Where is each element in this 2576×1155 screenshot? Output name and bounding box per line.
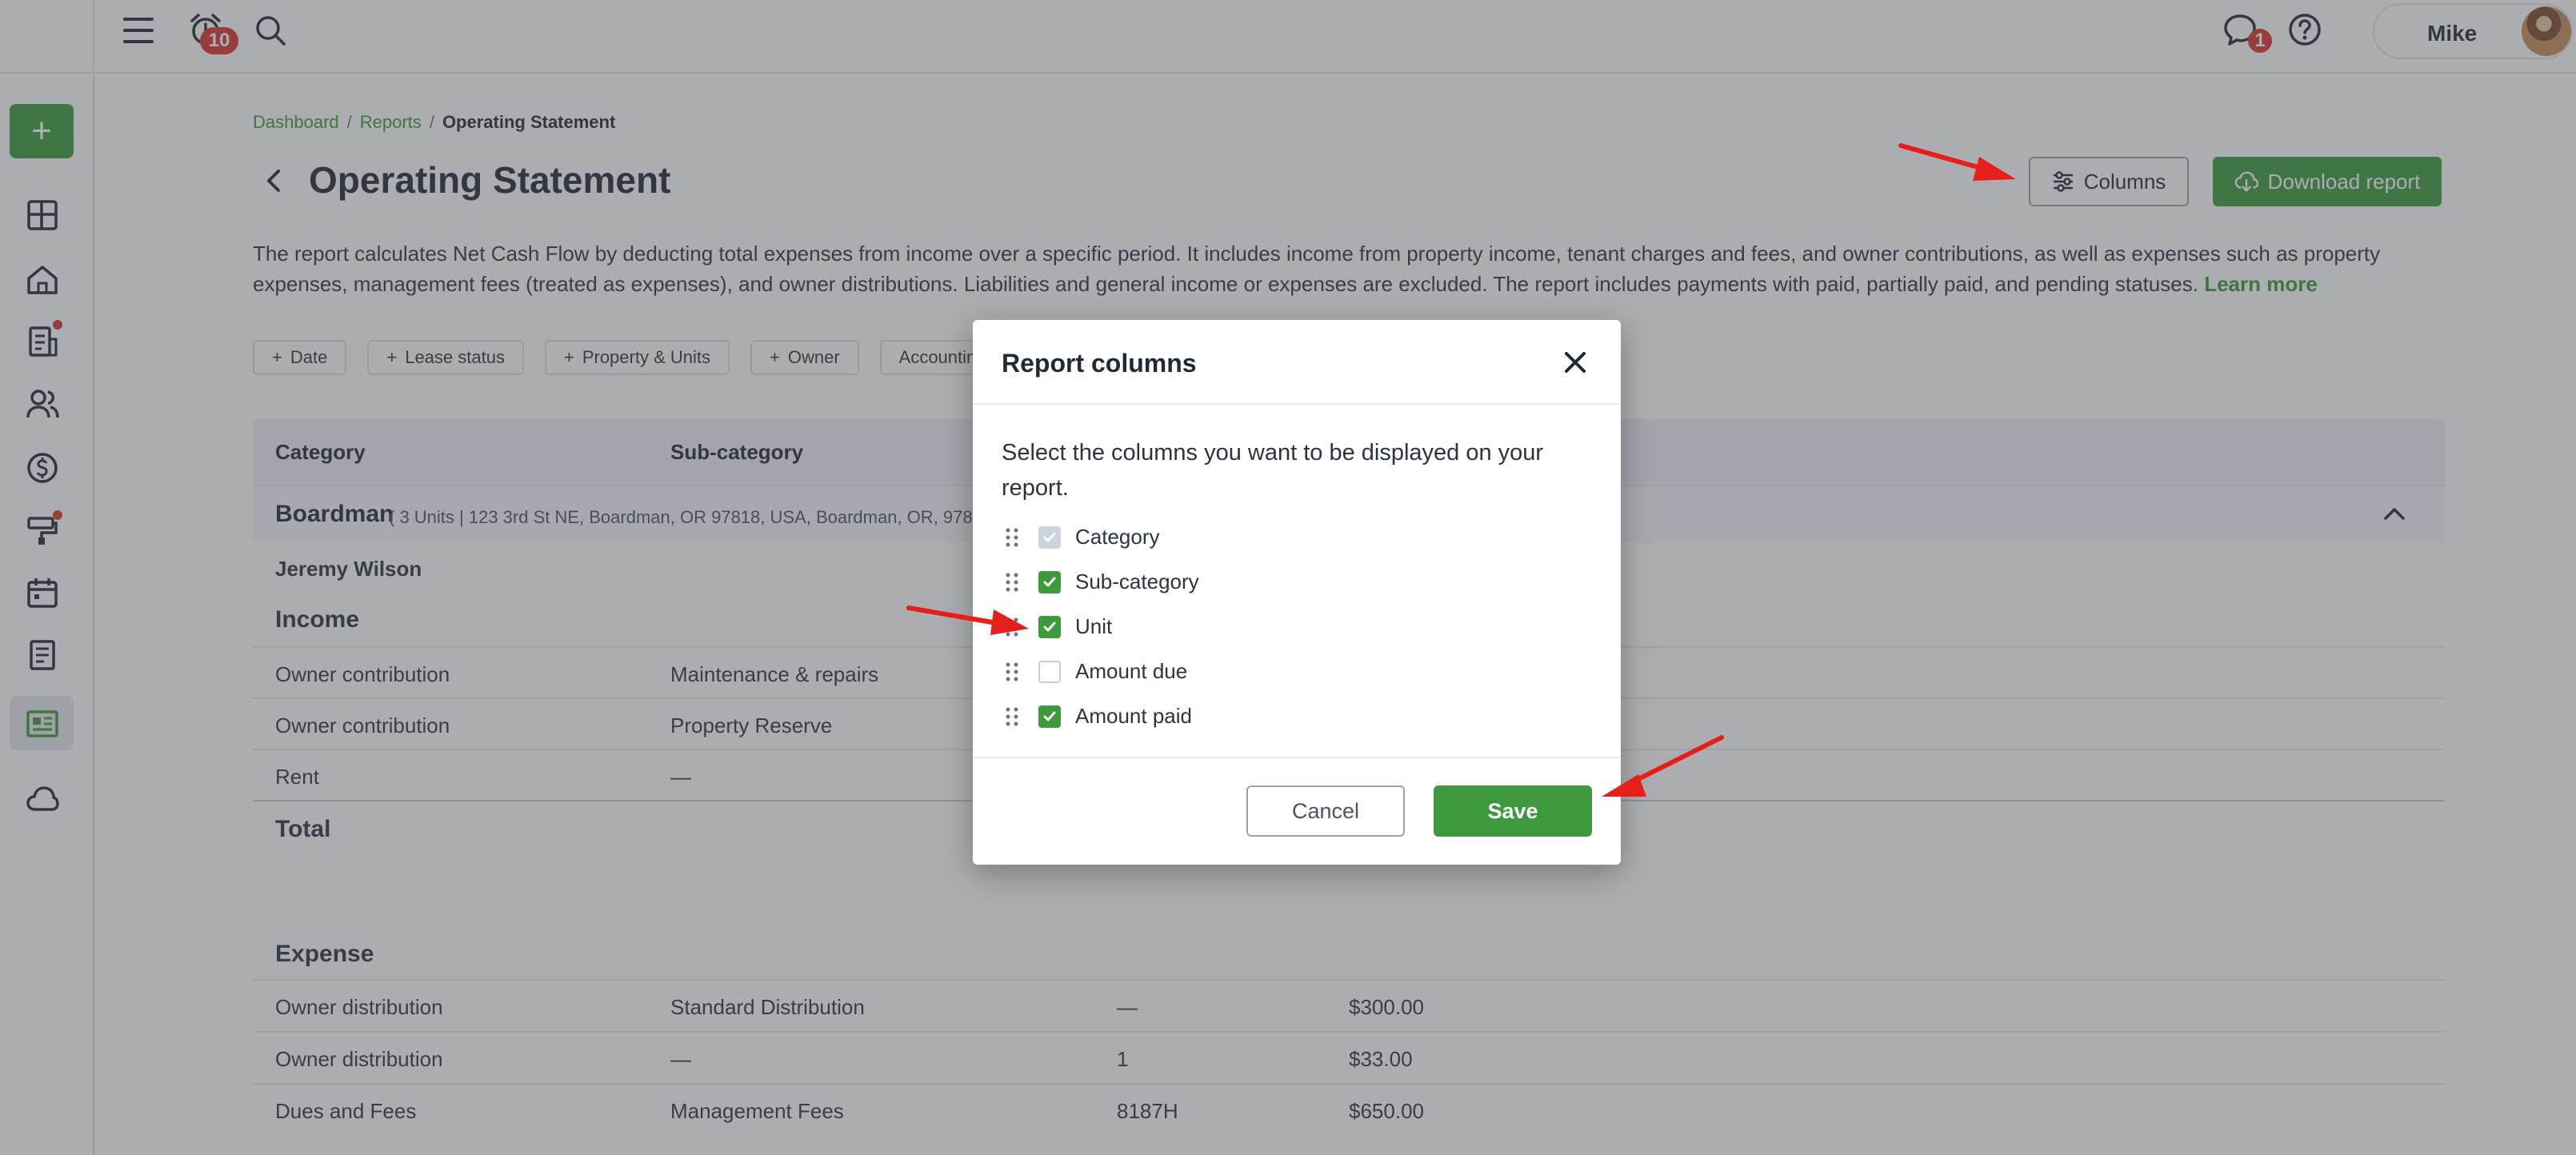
column-option-sub-category[interactable]: Sub-category (1002, 566, 1562, 598)
drag-handle-icon[interactable] (1002, 616, 1022, 638)
checkbox-sub-category[interactable] (1038, 571, 1061, 593)
modal-instructions: Select the columns you want to be displa… (1002, 440, 1544, 501)
column-label: Sub-category (1075, 570, 1199, 593)
checkbox-amount-due[interactable] (1038, 661, 1061, 683)
column-label: Amount due (1075, 659, 1188, 683)
modal-header: Report columns (973, 320, 1621, 405)
modal-footer-divider (973, 757, 1621, 758)
checkbox-unit[interactable] (1038, 616, 1061, 638)
column-label: Amount paid (1075, 704, 1192, 728)
save-button[interactable]: Save (1434, 785, 1592, 837)
column-option-amount-paid[interactable]: Amount paid (1002, 701, 1562, 733)
column-option-category[interactable]: Category (1002, 522, 1562, 554)
column-label: Unit (1075, 614, 1113, 638)
report-columns-modal: Report columns Select the columns you wa… (973, 320, 1621, 865)
drag-handle-icon[interactable] (1002, 526, 1022, 549)
close-icon[interactable] (1562, 349, 1589, 376)
cancel-button[interactable]: Cancel (1246, 785, 1405, 837)
checkbox-amount-paid[interactable] (1038, 705, 1061, 728)
drag-handle-icon[interactable] (1002, 661, 1022, 683)
drag-handle-icon[interactable] (1002, 705, 1022, 728)
drag-handle-icon[interactable] (1002, 571, 1022, 593)
checkbox-category (1038, 526, 1061, 549)
column-label: Category (1075, 525, 1160, 549)
column-option-amount-due[interactable]: Amount due (1002, 656, 1562, 688)
column-option-unit[interactable]: Unit (1002, 611, 1562, 643)
modal-title: Report columns (1002, 349, 1197, 378)
